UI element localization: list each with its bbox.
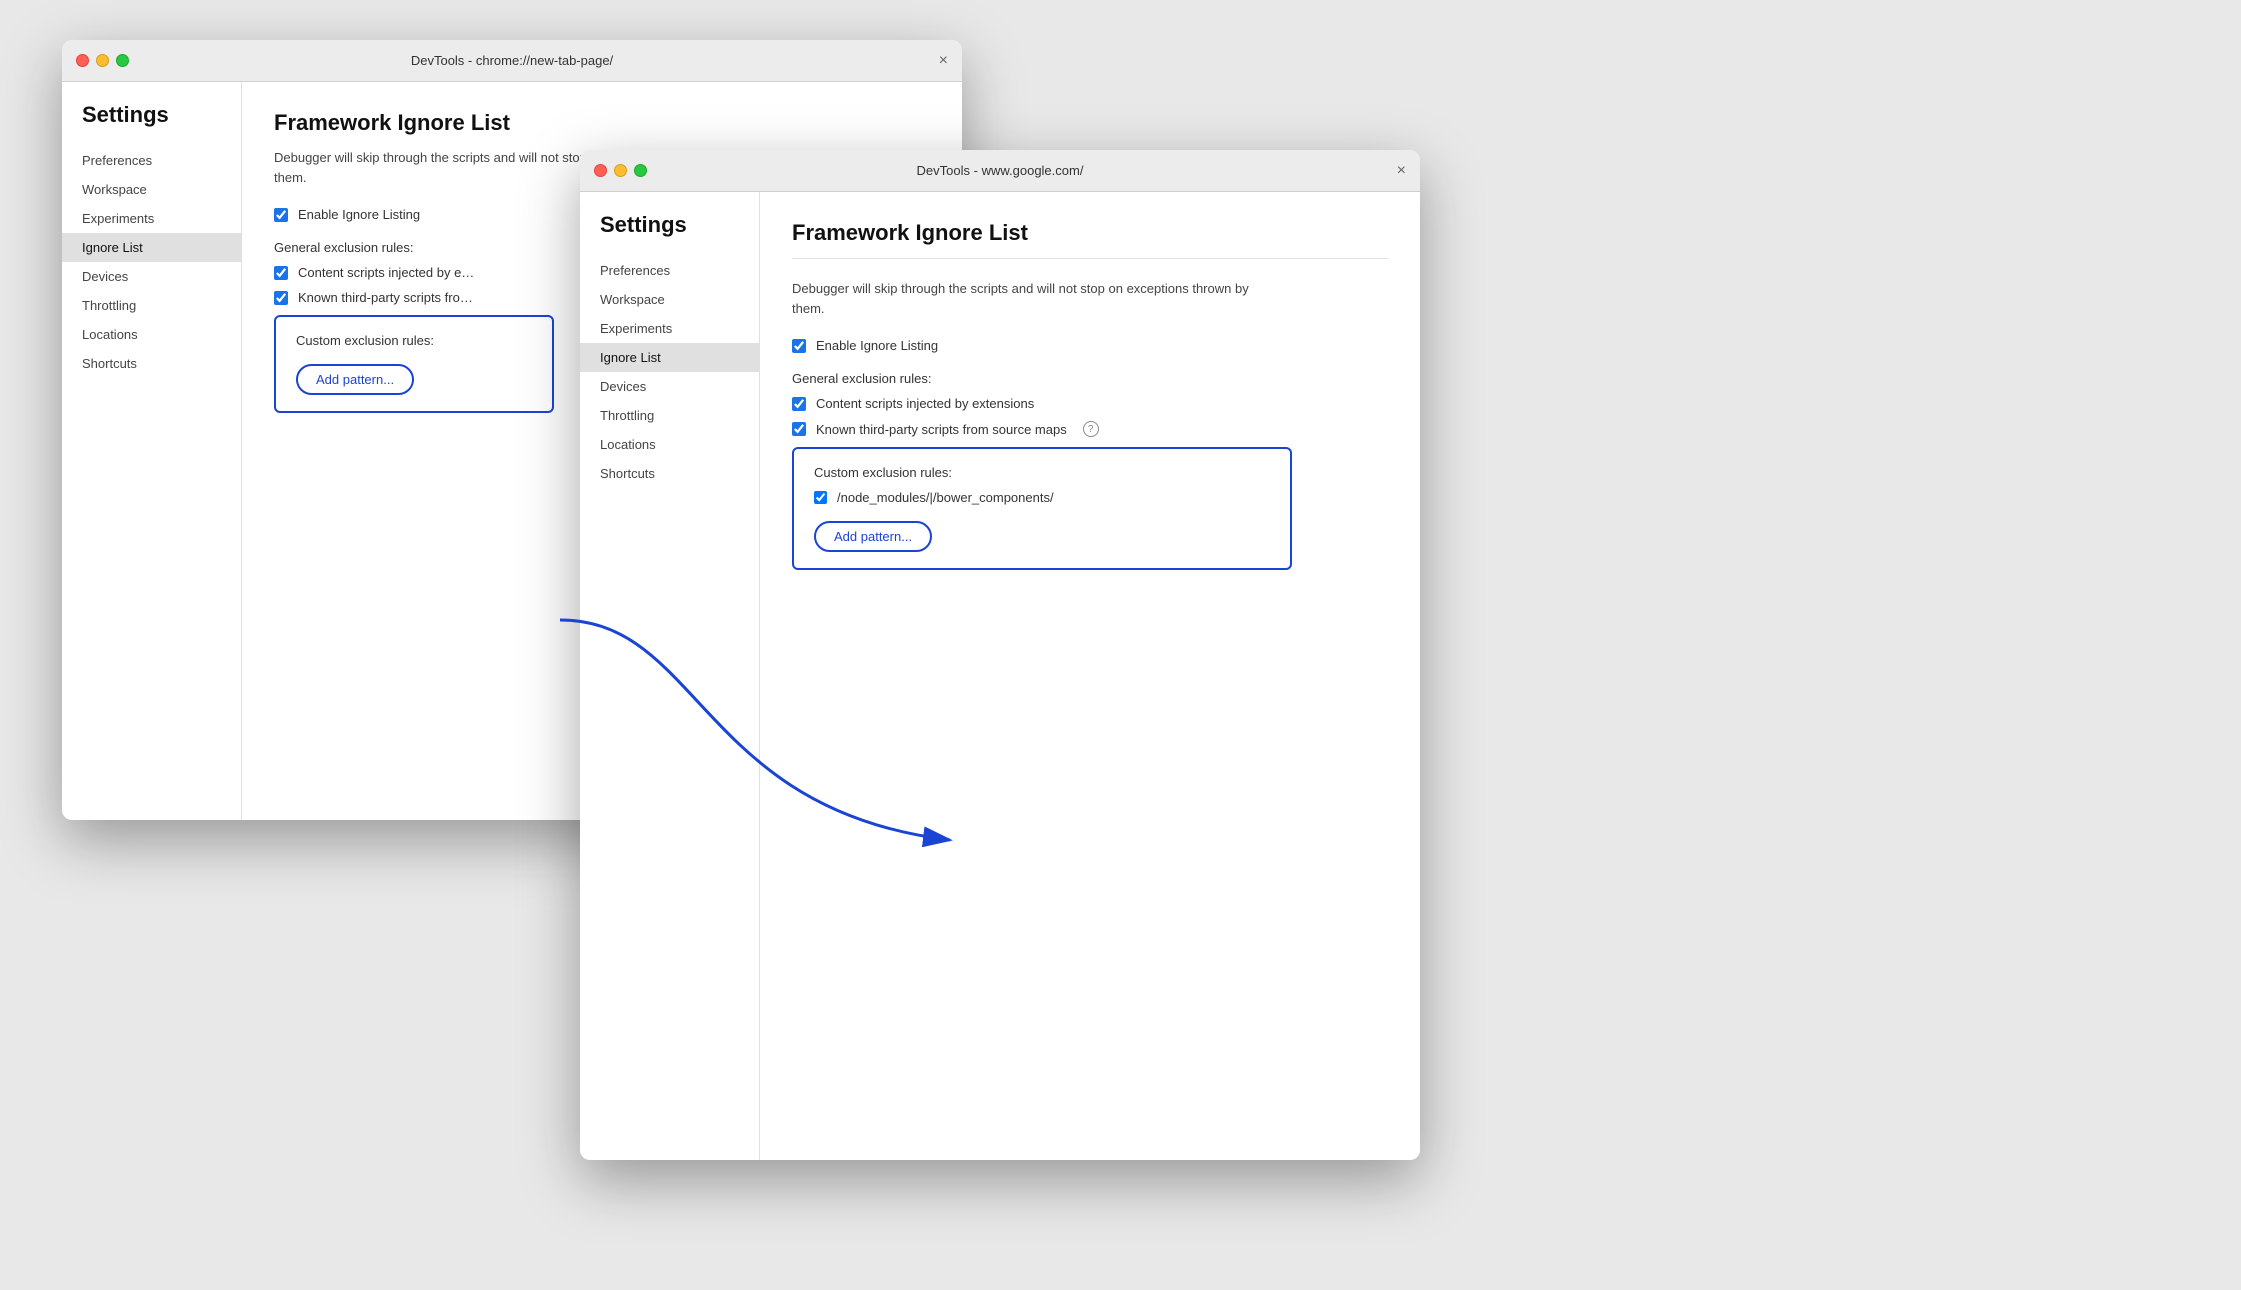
titlebar-1: DevTools - chrome://new-tab-page/ × [62, 40, 962, 82]
sidebar-item-ignore-list-1[interactable]: Ignore List [62, 233, 241, 262]
sidebar-item-shortcuts-1[interactable]: Shortcuts [62, 349, 241, 378]
sidebar-item-devices-1[interactable]: Devices [62, 262, 241, 291]
sidebar-item-preferences-1[interactable]: Preferences [62, 146, 241, 175]
content-title-1: Framework Ignore List [274, 110, 930, 136]
custom-exclusion-box-1: Custom exclusion rules: Add pattern... [274, 315, 554, 413]
traffic-lights-2 [594, 164, 647, 177]
rule2-checkbox-2[interactable] [792, 422, 806, 436]
custom-exclusion-box-2: Custom exclusion rules: /node_modules/|/… [792, 447, 1292, 570]
close-traffic-light[interactable] [76, 54, 89, 67]
general-label-2: General exclusion rules: [792, 371, 1388, 386]
enable-ignore-checkbox-2[interactable] [792, 339, 806, 353]
custom-rule-value-2: /node_modules/|/bower_components/ [837, 490, 1054, 505]
content-title-2: Framework Ignore List [792, 220, 1388, 246]
sidebar-item-devices-2[interactable]: Devices [580, 372, 759, 401]
rule1-checkbox-2[interactable] [792, 397, 806, 411]
custom-label-1: Custom exclusion rules: [296, 333, 532, 348]
sidebar-2: Settings Preferences Workspace Experimen… [580, 192, 760, 1160]
sidebar-item-ignore-list-2[interactable]: Ignore List [580, 343, 759, 372]
sidebar-item-throttling-1[interactable]: Throttling [62, 291, 241, 320]
rule1-row-2: Content scripts injected by extensions [792, 396, 1388, 411]
maximize-traffic-light[interactable] [116, 54, 129, 67]
window-close-btn-2[interactable]: × [1397, 163, 1406, 179]
rule2-row-2: Known third-party scripts from source ma… [792, 421, 1388, 437]
titlebar-title-1: DevTools - chrome://new-tab-page/ [411, 53, 613, 68]
enable-ignore-label-2: Enable Ignore Listing [816, 338, 938, 353]
enable-ignore-row-2: Enable Ignore Listing [792, 338, 1388, 353]
settings-body-2: Settings Preferences Workspace Experimen… [580, 192, 1420, 1160]
traffic-lights-1 [76, 54, 129, 67]
titlebar-title-2: DevTools - www.google.com/ [917, 163, 1084, 178]
titlebar-2: DevTools - www.google.com/ × [580, 150, 1420, 192]
sidebar-1: Settings Preferences Workspace Experimen… [62, 82, 242, 820]
sidebar-heading-1: Settings [62, 102, 241, 146]
help-icon-2[interactable]: ? [1083, 421, 1099, 437]
rule1-label-1: Content scripts injected by e… [298, 265, 474, 280]
sidebar-item-experiments-1[interactable]: Experiments [62, 204, 241, 233]
sidebar-item-throttling-2[interactable]: Throttling [580, 401, 759, 430]
maximize-traffic-light-2[interactable] [634, 164, 647, 177]
enable-ignore-label-1: Enable Ignore Listing [298, 207, 420, 222]
sidebar-item-shortcuts-2[interactable]: Shortcuts [580, 459, 759, 488]
sidebar-item-locations-1[interactable]: Locations [62, 320, 241, 349]
window-2: DevTools - www.google.com/ × Settings Pr… [580, 150, 1420, 1160]
rule1-label-2: Content scripts injected by extensions [816, 396, 1034, 411]
enable-ignore-checkbox-1[interactable] [274, 208, 288, 222]
sidebar-item-preferences-2[interactable]: Preferences [580, 256, 759, 285]
rule2-label-2: Known third-party scripts from source ma… [816, 422, 1067, 437]
rule2-label-1: Known third-party scripts fro… [298, 290, 473, 305]
sidebar-item-experiments-2[interactable]: Experiments [580, 314, 759, 343]
sidebar-item-workspace-2[interactable]: Workspace [580, 285, 759, 314]
custom-rule-row-2: /node_modules/|/bower_components/ [814, 490, 1270, 505]
content-desc-2: Debugger will skip through the scripts a… [792, 279, 1272, 318]
sidebar-item-locations-2[interactable]: Locations [580, 430, 759, 459]
custom-label-2: Custom exclusion rules: [814, 465, 1270, 480]
rule2-checkbox-1[interactable] [274, 291, 288, 305]
add-pattern-btn-2[interactable]: Add pattern... [814, 521, 932, 552]
content-2: Framework Ignore List Debugger will skip… [760, 192, 1420, 1160]
minimize-traffic-light[interactable] [96, 54, 109, 67]
add-pattern-btn-1[interactable]: Add pattern... [296, 364, 414, 395]
close-traffic-light-2[interactable] [594, 164, 607, 177]
custom-rule-checkbox-2[interactable] [814, 491, 827, 504]
minimize-traffic-light-2[interactable] [614, 164, 627, 177]
title-divider-2 [792, 258, 1388, 259]
window-close-btn-1[interactable]: × [939, 53, 948, 69]
sidebar-heading-2: Settings [580, 212, 759, 256]
rule1-checkbox-1[interactable] [274, 266, 288, 280]
sidebar-item-workspace-1[interactable]: Workspace [62, 175, 241, 204]
